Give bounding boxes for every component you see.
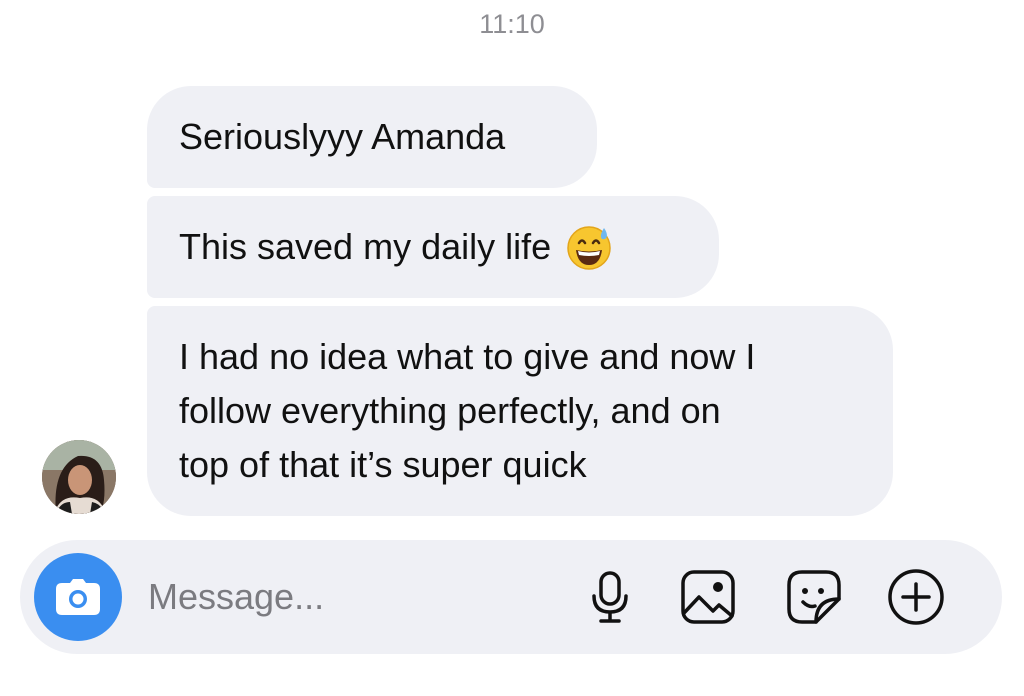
microphone-button[interactable] (580, 567, 640, 627)
message-text-line: top of that it’s super quick (179, 444, 587, 485)
message-bubble[interactable]: I had no idea what to give and now I fol… (147, 306, 893, 516)
more-options-button[interactable] (886, 567, 946, 627)
sticker-button[interactable] (784, 567, 844, 627)
microphone-icon (592, 571, 628, 623)
message-timestamp: 11:10 (479, 9, 545, 39)
message-composer (20, 540, 1002, 654)
message-text: This saved my daily life (179, 226, 552, 267)
sticker-icon (787, 570, 841, 624)
camera-button[interactable] (34, 553, 122, 641)
camera-icon (56, 579, 100, 615)
gallery-button[interactable] (678, 567, 738, 627)
message-text-line: I had no idea what to give and now I (179, 336, 756, 377)
image-icon (681, 570, 735, 624)
message-text: Seriouslyyy Amanda (179, 116, 506, 157)
sender-avatar[interactable] (42, 440, 116, 514)
message-bubble[interactable]: Seriouslyyy Amanda (147, 86, 597, 188)
message-bubble[interactable]: This saved my daily life (147, 196, 719, 298)
grinning-face-with-sweat-icon (565, 223, 613, 271)
message-text-line: follow everything perfectly, and on (179, 390, 721, 431)
message-input[interactable] (148, 570, 548, 624)
plus-circle-icon (888, 569, 944, 625)
